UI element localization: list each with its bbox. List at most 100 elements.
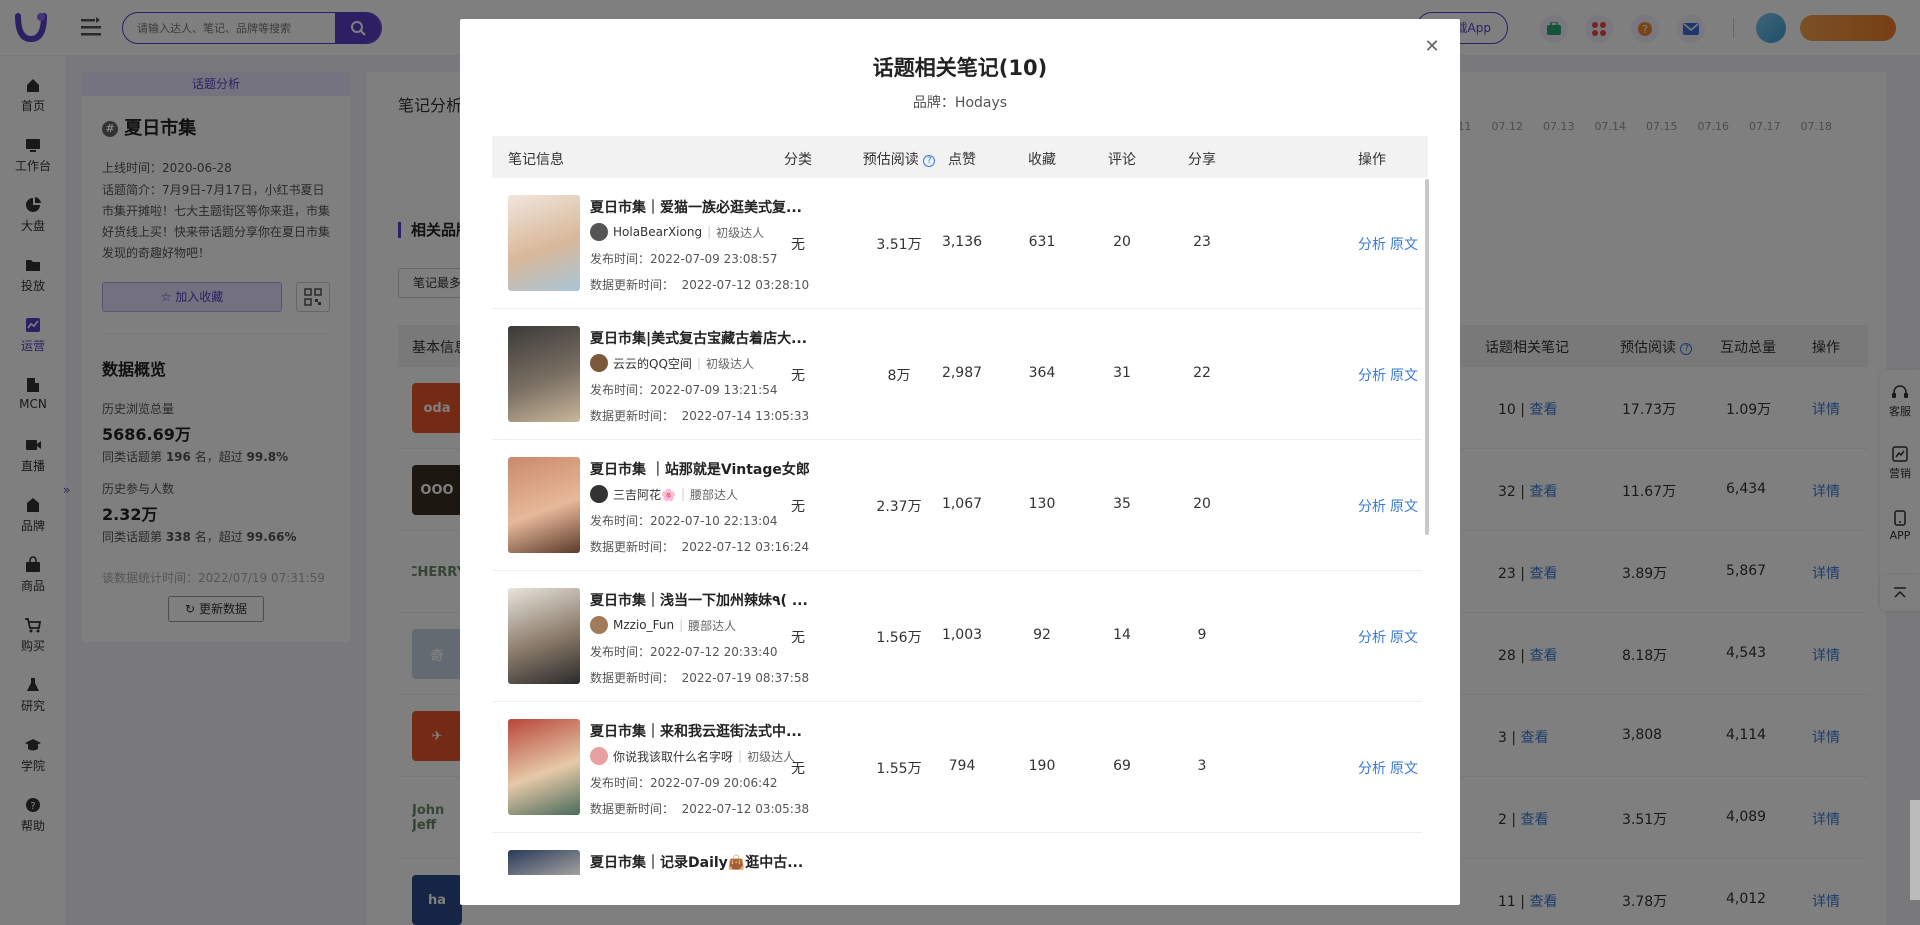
publish-prefix: 发布时间： [590, 383, 651, 397]
update-time: 数据更新时间： 2022-07-12 03:05:38 [590, 800, 809, 817]
author-separator: | [680, 487, 685, 501]
author-level: 腰部达人 [690, 487, 739, 502]
note-row: 夏日市集｜来和我云逛街法式中... 你说我该取什么名字呀 | 初级达人 发布时间：202… [492, 702, 1422, 833]
publish-prefix: 发布时间： [590, 514, 651, 528]
note-row: 夏日市集｜浅当一下加州辣妹٩( ... Mzzio_Fun | 腰部达人 发布时间：20… [492, 571, 1422, 702]
modal-title: 话题相关笔记(10) [872, 56, 1048, 80]
note-title[interactable]: 夏日市集｜浅当一下加州辣妹٩( ... [590, 590, 808, 610]
author-avatar [590, 485, 608, 503]
note-title[interactable]: 夏日市集｜来和我云逛街法式中... [590, 721, 802, 741]
publish-time: 发布时间：2022-07-09 20:06:42 [590, 774, 777, 791]
note-row: 夏日市集｜记录Daily👜逛中古... [492, 833, 1422, 875]
update-value: 2022-07-19 08:37:58 [681, 671, 810, 685]
note-author[interactable]: HolaBearXiong | 初级达人 [590, 223, 764, 241]
th-shares: 分享 [1188, 152, 1216, 168]
author-separator: | [679, 618, 684, 632]
note-row: 夏日市集|美式复古宝藏古着店大... 云云的QQ空间 | 初级达人 发布时间：2022-… [492, 309, 1422, 440]
modal-subtitle: 品牌：Hodays [912, 95, 1008, 111]
update-value: 2022-07-12 03:05:38 [681, 802, 810, 816]
analyze-link[interactable]: 分析 [1358, 758, 1386, 778]
update-time: 数据更新时间： 2022-07-19 08:37:58 [590, 669, 809, 686]
update-value: 2022-07-12 03:16:24 [681, 540, 810, 554]
update-prefix: 数据更新时间： [590, 409, 675, 423]
author-name: 云云的QQ空间 [613, 356, 692, 371]
note-thumbnail[interactable] [508, 457, 580, 553]
update-prefix: 数据更新时间： [590, 278, 675, 292]
publish-value: 2022-07-09 23:08:57 [650, 252, 778, 266]
update-time: 数据更新时间： 2022-07-14 13:05:33 [590, 407, 809, 424]
publish-value: 2022-07-09 20:06:42 [650, 776, 778, 790]
update-value: 2022-07-12 03:28:10 [681, 278, 810, 292]
author-avatar [590, 354, 608, 372]
original-link[interactable]: 原文 [1390, 496, 1418, 516]
note-category: 无 [791, 237, 805, 253]
publish-prefix: 发布时间： [590, 645, 651, 659]
th-category: 分类 [784, 152, 812, 168]
note-title[interactable]: 夏日市集｜爱猫一族必逛美式复... [590, 197, 802, 217]
note-author[interactable]: 三吉阿花🌸 | 腰部达人 [590, 485, 738, 503]
publish-prefix: 发布时间： [590, 776, 651, 790]
original-link[interactable]: 原文 [1390, 365, 1418, 385]
author-avatar [590, 616, 608, 634]
original-link[interactable]: 原文 [1390, 234, 1418, 254]
note-title[interactable]: 夏日市集｜记录Daily👜逛中古... [590, 852, 803, 872]
update-time: 数据更新时间： 2022-07-12 03:16:24 [590, 538, 809, 555]
publish-time: 发布时间：2022-07-10 22:13:04 [590, 512, 777, 529]
author-name: 你说我该取什么名字呀 [613, 749, 734, 764]
publish-value: 2022-07-09 13:21:54 [650, 383, 778, 397]
note-author[interactable]: 云云的QQ空间 | 初级达人 [590, 354, 754, 372]
analyze-link[interactable]: 分析 [1358, 234, 1386, 254]
author-level: 初级达人 [705, 356, 754, 371]
note-category: 无 [791, 630, 805, 646]
note-author[interactable]: 你说我该取什么名字呀 | 初级达人 [590, 747, 795, 765]
note-shares: 3 [1197, 758, 1207, 774]
note-category: 无 [791, 761, 805, 777]
publish-time: 发布时间：2022-07-12 20:33:40 [590, 643, 777, 660]
publish-value: 2022-07-10 22:13:04 [650, 514, 778, 528]
analyze-link[interactable]: 分析 [1358, 627, 1386, 647]
note-category: 无 [791, 368, 805, 384]
note-thumbnail[interactable] [508, 195, 580, 291]
th-est-read-label: 预估阅读 [862, 152, 919, 168]
note-thumbnail[interactable] [508, 588, 580, 684]
publish-prefix: 发布时间： [590, 252, 651, 266]
analyze-link[interactable]: 分析 [1358, 496, 1386, 516]
th-actions: 操作 [1358, 152, 1386, 168]
related-notes-modal: ✕ 话题相关笔记(10) 品牌：Hodays 笔记信息 分类 预估阅读 ? 点赞… [460, 19, 1460, 905]
publish-time: 发布时间：2022-07-09 23:08:57 [590, 250, 777, 267]
notes-table-body: 夏日市集｜爱猫一族必逛美式复... HolaBearXiong | 初级达人 发布时间：… [492, 178, 1428, 875]
author-avatar [590, 223, 608, 241]
original-link[interactable]: 原文 [1390, 627, 1418, 647]
note-author[interactable]: Mzzio_Fun | 腰部达人 [590, 616, 736, 634]
note-shares: 20 [1193, 496, 1211, 512]
app-root: 下载App ? 首页工作台大盘投放运营MCN直播品牌商品购买研究学院?帮助 » … [0, 0, 1920, 925]
note-title[interactable]: 夏日市集 ｜站那就是Vintage女郎 [590, 459, 810, 479]
publish-time: 发布时间：2022-07-09 13:21:54 [590, 381, 777, 398]
note-row: 夏日市集 ｜站那就是Vintage女郎 三吉阿花🌸 | 腰部达人 发布时间：2022-0… [492, 440, 1422, 571]
note-thumbnail[interactable] [508, 719, 580, 815]
note-shares: 9 [1197, 627, 1207, 643]
original-link[interactable]: 原文 [1390, 758, 1418, 778]
author-avatar [590, 747, 608, 765]
analyze-link[interactable]: 分析 [1358, 365, 1386, 385]
note-thumbnail[interactable] [508, 850, 580, 875]
author-name: 三吉阿花🌸 [613, 487, 676, 502]
author-name: Mzzio_Fun [613, 618, 675, 632]
update-prefix: 数据更新时间： [590, 671, 675, 685]
notes-table-header: 笔记信息 分类 预估阅读 ? 点赞 收藏 评论 分享 操作 [492, 136, 1428, 178]
note-thumbnail[interactable] [508, 326, 580, 422]
update-value: 2022-07-14 13:05:33 [681, 409, 810, 423]
note-title[interactable]: 夏日市集|美式复古宝藏古着店大... [590, 328, 807, 348]
th-note-info: 笔记信息 [508, 152, 564, 168]
page-scrollbar[interactable] [1910, 800, 1920, 900]
author-name: HolaBearXiong [613, 225, 703, 239]
author-separator: | [738, 749, 743, 763]
note-shares: 22 [1193, 365, 1211, 381]
update-prefix: 数据更新时间： [590, 540, 675, 554]
note-row: 夏日市集｜爱猫一族必逛美式复... HolaBearXiong | 初级达人 发布时间：… [492, 178, 1422, 309]
author-level: 腰部达人 [688, 618, 737, 633]
note-shares: 23 [1193, 234, 1211, 250]
publish-value: 2022-07-12 20:33:40 [650, 645, 778, 659]
update-prefix: 数据更新时间： [590, 802, 675, 816]
modal-scrollbar[interactable] [1425, 179, 1429, 535]
